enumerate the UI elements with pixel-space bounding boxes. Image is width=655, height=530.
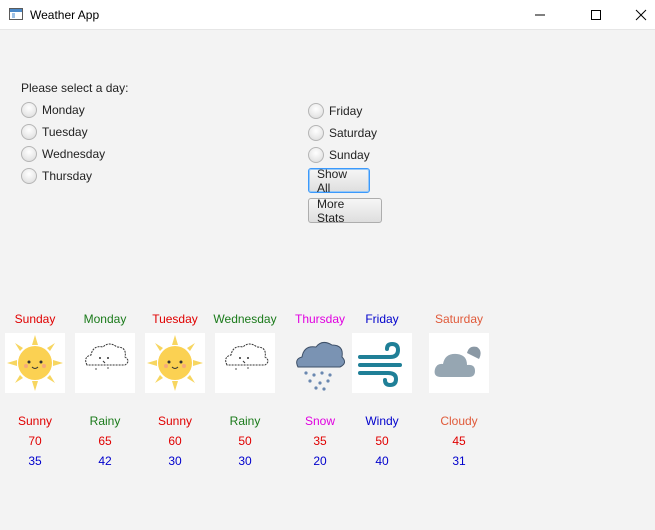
radio-thursday[interactable]: Thursday — [21, 167, 92, 185]
select-day-prompt: Please select a day: — [21, 81, 129, 95]
radio-circle[interactable] — [308, 147, 324, 163]
low-temp: 31 — [452, 454, 466, 468]
radio-saturday[interactable]: Saturday — [308, 124, 377, 142]
sun-icon — [147, 335, 203, 391]
more-stats-button[interactable]: More Stats — [308, 197, 382, 225]
radio-label: Friday — [329, 104, 363, 118]
title-bar: Weather App — [0, 0, 655, 30]
condition-label: Sunny — [157, 414, 193, 428]
radio-label: Tuesday — [42, 125, 88, 139]
condition-label: Windy — [365, 414, 399, 428]
radio-circle[interactable] — [308, 125, 324, 141]
forecast-day: Thursday Snow 35 20 — [287, 311, 353, 469]
weather-tile — [5, 333, 65, 393]
low-temp: 42 — [98, 454, 112, 468]
day-name: Sunday — [14, 312, 56, 326]
minimize-button[interactable] — [517, 0, 563, 30]
low-temp: 30 — [238, 454, 252, 468]
radio-circle[interactable] — [21, 102, 37, 118]
forecast-day: Sunday Sunny 70 35 — [2, 311, 68, 469]
wind-icon — [358, 341, 402, 388]
radio-circle[interactable] — [308, 103, 324, 119]
forecast-day: Friday Windy 50 40 — [349, 311, 415, 469]
low-temp: 30 — [168, 454, 182, 468]
forecast-day: Saturday Cloudy 45 31 — [426, 311, 492, 469]
radio-wednesday[interactable]: Wednesday — [21, 145, 105, 163]
high-temp: 60 — [168, 434, 182, 448]
day-name: Wednesday — [213, 312, 277, 326]
weather-tile — [352, 333, 412, 393]
high-temp: 35 — [313, 434, 327, 448]
weather-tile — [145, 333, 205, 393]
condition-label: Rainy — [229, 414, 261, 428]
radio-circle[interactable] — [21, 146, 37, 162]
day-name: Friday — [365, 312, 399, 326]
radio-tuesday[interactable]: Tuesday — [21, 123, 88, 141]
condition-label: Rainy — [89, 414, 121, 428]
condition-label: Cloudy — [440, 414, 478, 428]
weather-tile — [290, 333, 350, 393]
radio-friday[interactable]: Friday — [308, 102, 362, 120]
high-temp: 50 — [375, 434, 389, 448]
radio-sunday[interactable]: Sunday — [308, 146, 370, 164]
sun-icon — [7, 335, 63, 391]
radio-label: Sunday — [329, 148, 370, 162]
radio-label: Thursday — [42, 169, 93, 183]
forecast-day: Monday Rainy 65 42 — [72, 311, 138, 469]
forecast-day: Wednesday Rainy 50 30 — [212, 311, 278, 469]
snow-cloud-icon — [296, 341, 346, 391]
condition-label: Sunny — [17, 414, 53, 428]
high-temp: 65 — [98, 434, 112, 448]
day-name: Thursday — [294, 312, 346, 326]
low-temp: 40 — [375, 454, 389, 468]
radio-circle[interactable] — [21, 168, 37, 184]
low-temp: 35 — [28, 454, 42, 468]
day-name: Saturday — [434, 312, 484, 326]
close-icon — [635, 9, 647, 21]
low-temp: 20 — [313, 454, 327, 468]
maximize-button[interactable] — [573, 0, 619, 30]
cloud-icon — [434, 346, 481, 377]
close-button[interactable] — [618, 0, 655, 30]
weather-tile — [429, 333, 489, 393]
high-temp: 45 — [452, 434, 466, 448]
forecast-day: Tuesday Sunny 60 30 — [142, 311, 208, 469]
rain-cloud-icon — [225, 343, 269, 370]
rain-cloud-icon — [85, 343, 129, 370]
radio-label: Monday — [42, 103, 85, 117]
condition-label: Snow — [304, 414, 336, 428]
radio-monday[interactable]: Monday — [21, 101, 85, 119]
weather-tile — [75, 333, 135, 393]
weather-tile — [215, 333, 275, 393]
app-icon — [9, 8, 23, 20]
radio-circle[interactable] — [21, 124, 37, 140]
day-name: Tuesday — [152, 312, 198, 326]
maximize-icon — [591, 10, 601, 20]
radio-label: Wednesday — [42, 147, 106, 161]
window-title: Weather App — [30, 8, 100, 22]
show-all-button[interactable]: Show All — [308, 167, 370, 195]
radio-label: Saturday — [329, 126, 378, 140]
high-temp: 70 — [28, 434, 42, 448]
minimize-icon — [535, 14, 545, 16]
high-temp: 50 — [238, 434, 252, 448]
day-name: Monday — [83, 312, 127, 326]
